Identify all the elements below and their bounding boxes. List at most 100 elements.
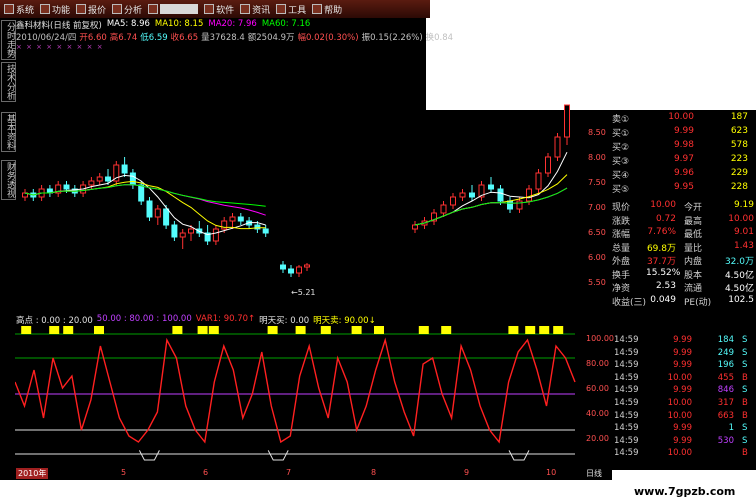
indicator-tick: 60.00: [586, 384, 609, 393]
menu-item-6[interactable]: 资讯: [240, 3, 270, 16]
tick-price: 10.00: [667, 372, 692, 383]
bar-turnover: 换0.84: [425, 33, 454, 43]
tick-row: 14:59 10.00 B: [612, 448, 756, 459]
low-price-label: ←5.21: [291, 288, 316, 297]
menu-icon: [112, 4, 123, 14]
right-candle[interactable]: [412, 224, 418, 230]
low-cluster-candle[interactable]: [288, 268, 294, 274]
signal-marker: [508, 326, 519, 334]
low-cluster-candle[interactable]: [296, 266, 302, 274]
period-tab[interactable]: 日线: [586, 468, 602, 479]
left-candle[interactable]: [179, 232, 186, 238]
tab-fundamentals[interactable]: 基本资料: [1, 112, 16, 152]
signal-marker: [320, 326, 331, 334]
left-candle[interactable]: [163, 208, 170, 226]
order-book-vol: 187: [730, 112, 748, 122]
left-candle[interactable]: [96, 176, 103, 182]
stat-v1: 7.76%: [647, 227, 676, 237]
stat-l1: 总量: [612, 243, 631, 254]
right-candle[interactable]: [554, 136, 561, 158]
tick-row: 14:59 10.00 455 B: [612, 373, 756, 384]
stat-l2: 最低: [684, 230, 703, 240]
price-chart[interactable]: ←5.21: [15, 100, 585, 310]
tick-price: 9.99: [673, 360, 692, 371]
left-candle[interactable]: [129, 172, 136, 186]
left-candle[interactable]: [105, 176, 111, 182]
bar-high: 高6.74: [109, 33, 138, 43]
ma10-value: MA10: 8.15: [154, 19, 204, 29]
menu-item-2[interactable]: 报价: [76, 3, 106, 16]
stat-l1: 涨幅: [612, 230, 631, 240]
order-book-label: 买④: [612, 171, 630, 181]
ma60-value: MA60: 7.16: [261, 19, 311, 29]
tick-time: 14:59: [614, 448, 639, 459]
tick-row: 14:59 9.99 184 S: [612, 335, 756, 346]
tab-financials[interactable]: 财务透视: [1, 160, 16, 200]
stat-v2: 10.00: [728, 213, 754, 224]
right-candle[interactable]: [440, 204, 447, 214]
right-candle[interactable]: [450, 196, 456, 206]
stat-v2: 1.43: [733, 240, 754, 251]
tab-intraday[interactable]: 分时走势: [1, 20, 16, 60]
menu-item-5[interactable]: 软件: [204, 3, 234, 16]
right-candle[interactable]: [497, 188, 504, 202]
stat-v1: 10.00: [650, 200, 676, 210]
tick-time: 14:59: [614, 398, 639, 408]
menu-icon: [148, 4, 159, 14]
order-book-price: 9.95: [673, 182, 694, 192]
order-book-row: 买② 9.98 578: [612, 140, 756, 153]
menu-item-0[interactable]: 系统: [4, 3, 34, 16]
left-candle[interactable]: [237, 216, 244, 222]
tick-vol: 196: [717, 360, 734, 371]
buy-trough-marker: [508, 450, 530, 461]
right-candle[interactable]: [516, 200, 523, 210]
tick-vol: 530: [717, 435, 734, 446]
right-candle[interactable]: [545, 156, 551, 174]
stat-v2: 32.0万: [724, 257, 754, 267]
bar-open: 开6.60: [79, 33, 107, 43]
ma20-value: MA20: 7.96: [208, 19, 257, 29]
price-tick: 6.00: [588, 253, 606, 262]
price-tick: 8.50: [588, 128, 606, 137]
left-candle[interactable]: [212, 228, 219, 242]
menu-icon: [4, 4, 14, 14]
right-candle[interactable]: [507, 200, 513, 210]
right-candle[interactable]: [459, 192, 466, 198]
quote-panel: 卖① 10.00 187 买① 9.99 623 买② 9.98 578 买③ 9.97 223 买④ 9…: [612, 110, 756, 310]
tab-technical[interactable]: 技术分析: [1, 62, 16, 102]
stat-row: 总量 69.8万 量比 1.43: [612, 241, 756, 254]
left-candle[interactable]: [63, 184, 70, 190]
left-candle[interactable]: [188, 228, 194, 234]
menu-item-8[interactable]: 帮助: [312, 3, 342, 16]
right-candle[interactable]: [564, 104, 570, 138]
low-cluster-candle[interactable]: [280, 264, 286, 270]
signal-marker: [441, 326, 452, 334]
tick-price: 10.00: [667, 410, 692, 421]
menu-item-3[interactable]: 分析: [112, 3, 142, 16]
right-candle[interactable]: [535, 172, 542, 190]
right-candle[interactable]: [526, 188, 532, 202]
left-candle[interactable]: [229, 216, 236, 222]
left-candle[interactable]: [121, 164, 128, 174]
menu-icon: [276, 4, 287, 14]
stat-v1: 15.52%: [646, 267, 681, 278]
tick-time: 14:59: [614, 347, 639, 358]
left-candle[interactable]: [88, 180, 95, 186]
right-candle[interactable]: [469, 192, 475, 198]
left-candle[interactable]: [146, 200, 153, 218]
menu-item-4[interactable]: [148, 4, 199, 14]
menu-label: 系统: [16, 5, 35, 16]
menu-item-1[interactable]: 功能: [40, 3, 70, 16]
signal-marker: [374, 326, 384, 334]
menu-item-7[interactable]: 工具: [276, 3, 306, 16]
left-candle[interactable]: [171, 224, 178, 238]
left-candle[interactable]: [138, 184, 145, 202]
low-cluster-candle[interactable]: [304, 264, 310, 268]
left-candle[interactable]: [262, 228, 269, 234]
right-candle[interactable]: [488, 184, 494, 190]
tick-list[interactable]: 14:59 9.99 184 S 14:59 9.99 249 S 14:59 9.99 196 S 1…: [612, 335, 756, 465]
tick-row: 14:59 9.99 1 S: [612, 423, 756, 434]
indicator-chart[interactable]: [15, 324, 585, 466]
left-candle[interactable]: [154, 208, 161, 218]
order-book-vol: 623: [730, 126, 748, 136]
